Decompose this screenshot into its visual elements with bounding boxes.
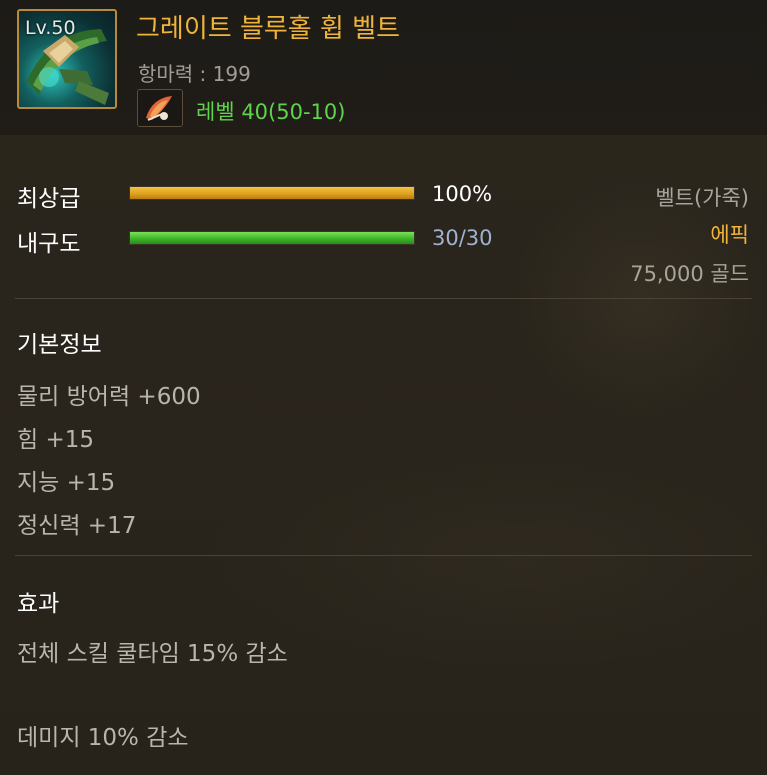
durability-bar bbox=[129, 231, 415, 245]
durability-value: 30/30 bbox=[432, 226, 493, 250]
feather-quill-icon bbox=[137, 89, 183, 127]
item-price: 75,000 골드 bbox=[630, 262, 749, 286]
stat-strength: 힘 +15 bbox=[17, 427, 95, 453]
grade-value: 100% bbox=[432, 182, 493, 206]
item-tooltip: Lv.50 그레이트 블루홀 휩 벨트 항마력 : 199 레벨 40(50-1… bbox=[0, 0, 767, 775]
tooltip-header: Lv.50 그레이트 블루홀 휩 벨트 항마력 : 199 레벨 40(50-1… bbox=[0, 0, 767, 135]
effect-cooldown: 전체 스킬 쿨타임 15% 감소 bbox=[17, 641, 288, 667]
divider-top bbox=[15, 298, 752, 299]
divider-middle bbox=[15, 555, 752, 556]
effect-damage: 데미지 10% 감소 bbox=[17, 725, 189, 751]
effects-title: 효과 bbox=[17, 591, 60, 617]
grade-bar-fill bbox=[130, 187, 414, 199]
magic-resistance: 항마력 : 199 bbox=[138, 62, 251, 86]
item-rarity: 에픽 bbox=[710, 223, 749, 247]
whip-belt-icon: Lv.50 bbox=[17, 9, 117, 109]
durability-bar-fill bbox=[130, 232, 414, 244]
durability-label: 내구도 bbox=[17, 231, 81, 257]
stat-intelligence: 지능 +15 bbox=[17, 470, 116, 496]
item-type: 벨트(가죽) bbox=[655, 186, 749, 210]
item-name: 그레이트 블루홀 휩 벨트 bbox=[136, 14, 400, 44]
grade-label: 최상급 bbox=[17, 186, 81, 212]
basic-info-title: 기본정보 bbox=[17, 332, 102, 358]
stat-physical-defense: 물리 방어력 +600 bbox=[17, 384, 201, 410]
level-badge: Lv.50 bbox=[25, 17, 76, 39]
grade-bar bbox=[129, 186, 415, 200]
level-requirement: 레벨 40(50-10) bbox=[196, 100, 346, 124]
stat-spirit: 정신력 +17 bbox=[17, 513, 137, 539]
